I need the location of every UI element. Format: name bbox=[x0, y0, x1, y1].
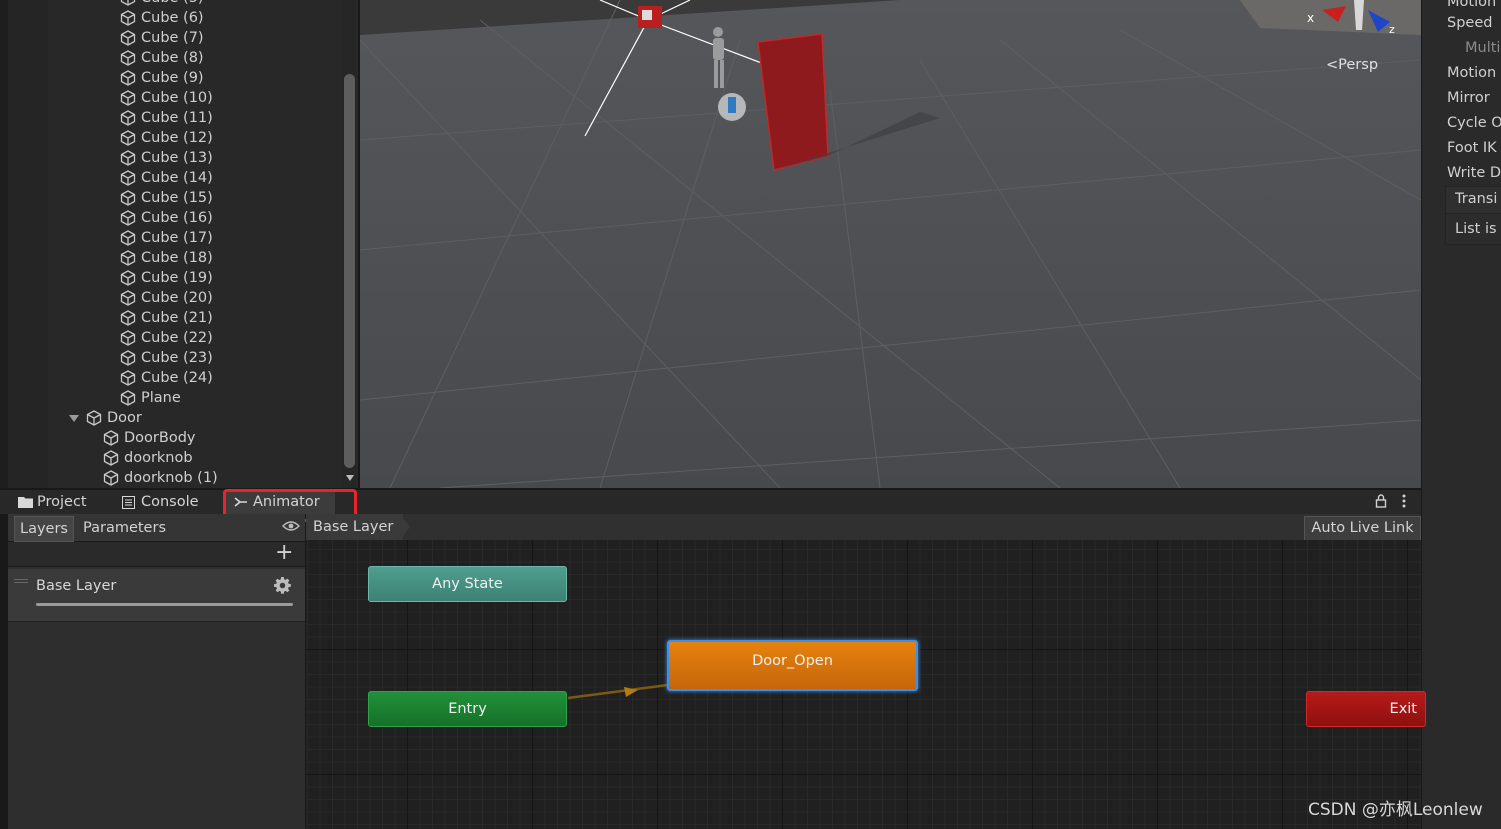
scene-view[interactable]: x z bbox=[360, 0, 1421, 488]
hierarchy-panel: Cube (5) Cube (6) Cube (7) Cube (8) Cube (9)… bbox=[0, 0, 358, 488]
hierarchy-item-label: Cube (17) bbox=[141, 230, 213, 246]
state-door-open[interactable]: Door_Open bbox=[667, 640, 918, 691]
inspector-mirror-field[interactable]: Mirror bbox=[1447, 88, 1501, 108]
inspector-write-defaults-field[interactable]: Write De bbox=[1447, 163, 1501, 183]
state-any-state[interactable]: Any State bbox=[368, 566, 567, 602]
hierarchy-left-edge bbox=[0, 0, 8, 488]
hierarchy-item-label: Cube (14) bbox=[141, 170, 213, 186]
hierarchy-item-label: Cube (6) bbox=[141, 10, 204, 26]
hierarchy-item-label: Cube (13) bbox=[141, 150, 213, 166]
state-entry[interactable]: Entry bbox=[368, 691, 567, 727]
hierarchy-scrollbar-thumb[interactable] bbox=[344, 74, 355, 468]
perspective-icon: < bbox=[1326, 57, 1339, 73]
gizmo-z-label: z bbox=[1389, 23, 1395, 36]
inspector-list-empty-label: List is bbox=[1455, 221, 1497, 237]
drag-handle-icon[interactable] bbox=[14, 579, 28, 580]
state-exit[interactable]: Exit bbox=[1306, 691, 1426, 727]
hierarchy-item-label: doorknob bbox=[124, 450, 193, 466]
folder-icon bbox=[18, 497, 33, 508]
hierarchy-item-label: Plane bbox=[141, 390, 181, 406]
projection-label: Persp bbox=[1338, 57, 1379, 73]
hierarchy-item-label: Door bbox=[107, 410, 142, 426]
inspector-speed-field[interactable]: Speed bbox=[1447, 13, 1501, 33]
hierarchy-item-label: Cube (15) bbox=[141, 190, 213, 206]
hierarchy-item-label: Cube (22) bbox=[141, 330, 213, 346]
hierarchy-item-label: Cube (24) bbox=[141, 370, 213, 386]
inspector-transitions-label: Transi bbox=[1455, 191, 1498, 207]
tab-console-label: Console bbox=[141, 494, 199, 510]
animator-breadcrumb-bar bbox=[306, 514, 1421, 541]
breadcrumb-base-layer[interactable]: Base Layer bbox=[306, 514, 404, 540]
tab-parameters[interactable]: Parameters bbox=[78, 516, 171, 540]
hierarchy-scroll-down-arrow[interactable] bbox=[346, 475, 354, 481]
hierarchy-indent-area bbox=[8, 0, 48, 488]
hierarchy-item-label: Cube (18) bbox=[141, 250, 213, 266]
lock-icon[interactable] bbox=[1375, 494, 1387, 508]
expand-arrow-icon[interactable] bbox=[69, 415, 79, 422]
hierarchy-item-label: Cube (23) bbox=[141, 350, 213, 366]
hierarchy-item-label: Cube (8) bbox=[141, 50, 204, 66]
hierarchy-item-label: Cube (12) bbox=[141, 130, 213, 146]
hierarchy-item-label: DoorBody bbox=[124, 430, 196, 446]
bottom-tab-bar bbox=[0, 490, 1421, 514]
hierarchy-item-label: Cube (19) bbox=[141, 270, 213, 286]
layers-toolbar bbox=[8, 542, 305, 567]
layer-weight-slider[interactable] bbox=[36, 603, 293, 606]
breadcrumb-arrow bbox=[400, 514, 410, 540]
gear-icon[interactable] bbox=[274, 577, 291, 594]
transition-entry-to-door-open[interactable] bbox=[567, 683, 669, 700]
hierarchy-item-label: Cube (16) bbox=[141, 210, 213, 226]
hierarchy-item-label: Cube (9) bbox=[141, 70, 204, 86]
hierarchy-item-label: Cube (11) bbox=[141, 110, 213, 126]
inspector-foot-ik-field[interactable]: Foot IK bbox=[1447, 138, 1501, 158]
more-options-icon[interactable] bbox=[1400, 494, 1408, 508]
tab-layers[interactable]: Layers bbox=[14, 516, 74, 542]
scene-ground bbox=[360, 0, 1421, 488]
hierarchy-item-label: Cube (7) bbox=[141, 30, 204, 46]
hierarchy-item-label: Cube (20) bbox=[141, 290, 213, 306]
watermark: CSDN @亦枫Leonlew bbox=[1308, 800, 1483, 820]
layer-name-label: Base Layer bbox=[36, 578, 117, 594]
inspector-motion-field[interactable]: Motion bbox=[1447, 0, 1501, 12]
eye-icon[interactable] bbox=[282, 520, 300, 532]
hierarchy-item-label: Cube (21) bbox=[141, 310, 213, 326]
hierarchy-item-label: Cube (10) bbox=[141, 90, 213, 106]
light-gizmo[interactable] bbox=[718, 93, 746, 121]
camera-gizmo[interactable] bbox=[638, 6, 662, 28]
auto-live-link-button[interactable]: Auto Live Link bbox=[1304, 516, 1421, 541]
inspector-cycle-offset-field[interactable]: Cycle O bbox=[1447, 113, 1501, 133]
hierarchy-item-label: doorknob (1) bbox=[124, 470, 218, 486]
projection-toggle[interactable]: <Persp bbox=[1326, 55, 1378, 75]
inspector-motion-time-field[interactable]: Motion bbox=[1447, 63, 1501, 83]
add-layer-button[interactable]: + bbox=[275, 542, 293, 564]
console-icon bbox=[122, 496, 135, 509]
tab-project-label: Project bbox=[37, 494, 87, 510]
scene-canvas: x z bbox=[360, 0, 1421, 488]
hierarchy-item-label: Cube (5) bbox=[141, 0, 204, 8]
gizmo-x-label: x bbox=[1307, 11, 1314, 25]
inspector-multiplier-field[interactable]: Multi bbox=[1465, 38, 1501, 58]
